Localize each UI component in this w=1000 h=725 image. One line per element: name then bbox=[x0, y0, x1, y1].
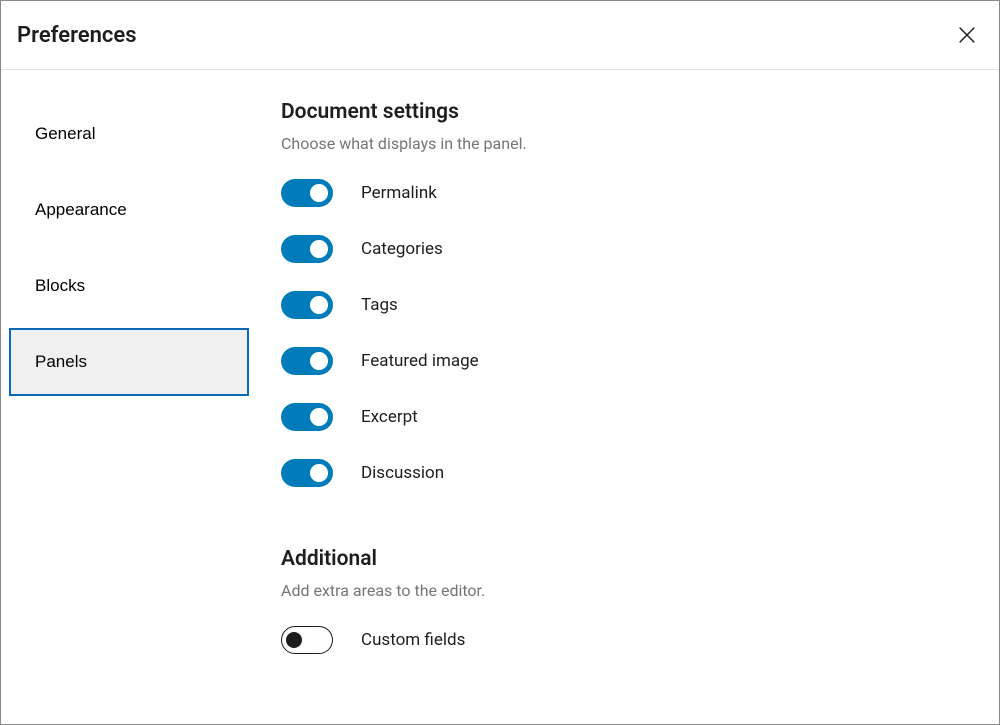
toggle-knob bbox=[310, 296, 328, 314]
toggle-row-tags: Tags bbox=[281, 291, 959, 319]
toggle-label: Tags bbox=[361, 295, 398, 315]
toggle-label: Excerpt bbox=[361, 407, 418, 427]
section-description: Add extra areas to the editor. bbox=[281, 581, 959, 600]
toggle-tags[interactable] bbox=[281, 291, 333, 319]
modal-header: Preferences bbox=[1, 1, 999, 70]
toggle-label: Categories bbox=[361, 239, 443, 259]
toggle-row-excerpt: Excerpt bbox=[281, 403, 959, 431]
toggle-knob bbox=[310, 352, 328, 370]
section-description: Choose what displays in the panel. bbox=[281, 134, 959, 153]
toggle-permalink[interactable] bbox=[281, 179, 333, 207]
section-heading: Additional bbox=[281, 547, 959, 571]
section-document-settings: Document settings Choose what displays i… bbox=[281, 100, 959, 487]
tab-appearance[interactable]: Appearance bbox=[9, 176, 249, 244]
toggle-knob bbox=[310, 464, 328, 482]
toggle-row-permalink: Permalink bbox=[281, 179, 959, 207]
tab-general[interactable]: General bbox=[9, 100, 249, 168]
toggle-label: Featured image bbox=[361, 351, 479, 371]
toggle-label: Custom fields bbox=[361, 630, 465, 650]
toggle-knob bbox=[286, 632, 302, 648]
toggle-knob bbox=[310, 240, 328, 258]
toggle-label: Permalink bbox=[361, 183, 437, 203]
close-icon bbox=[956, 24, 978, 46]
toggle-excerpt[interactable] bbox=[281, 403, 333, 431]
toggle-discussion[interactable] bbox=[281, 459, 333, 487]
toggle-featured-image[interactable] bbox=[281, 347, 333, 375]
toggle-categories[interactable] bbox=[281, 235, 333, 263]
toggle-knob bbox=[310, 408, 328, 426]
toggle-custom-fields[interactable] bbox=[281, 626, 333, 654]
tab-panels[interactable]: Panels bbox=[9, 328, 249, 396]
preferences-modal: Preferences General Appearance Blocks Pa… bbox=[0, 0, 1000, 725]
close-button[interactable] bbox=[951, 19, 983, 51]
toggle-label: Discussion bbox=[361, 463, 444, 483]
preferences-tabs: General Appearance Blocks Panels bbox=[1, 70, 251, 725]
preferences-content: Document settings Choose what displays i… bbox=[251, 70, 999, 725]
modal-body: General Appearance Blocks Panels Documen… bbox=[1, 70, 999, 725]
toggle-row-categories: Categories bbox=[281, 235, 959, 263]
toggle-row-featured-image: Featured image bbox=[281, 347, 959, 375]
section-heading: Document settings bbox=[281, 100, 959, 124]
tab-blocks[interactable]: Blocks bbox=[9, 252, 249, 320]
toggle-row-discussion: Discussion bbox=[281, 459, 959, 487]
toggle-row-custom-fields: Custom fields bbox=[281, 626, 959, 654]
section-additional: Additional Add extra areas to the editor… bbox=[281, 547, 959, 654]
toggle-knob bbox=[310, 184, 328, 202]
modal-title: Preferences bbox=[17, 23, 137, 48]
